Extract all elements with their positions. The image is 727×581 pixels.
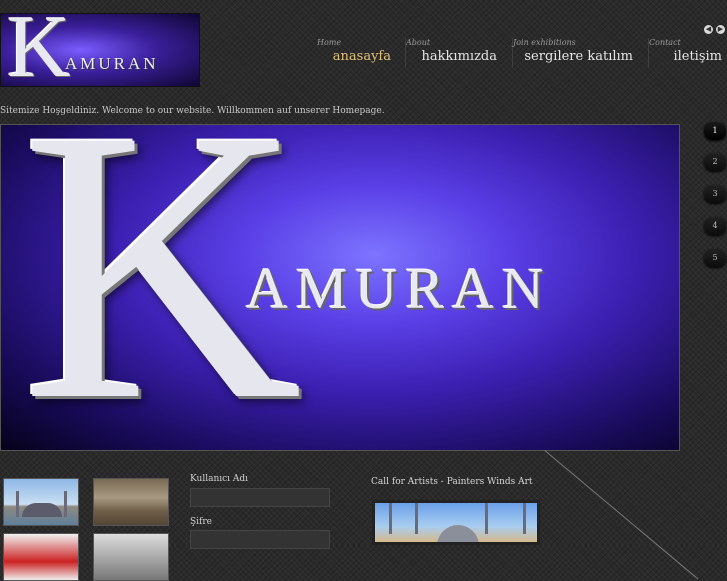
slide-button-5[interactable]: 5 bbox=[704, 249, 726, 267]
username-input[interactable] bbox=[190, 488, 330, 507]
gallery-thumb-ruins[interactable] bbox=[93, 478, 169, 526]
password-label: Şifre bbox=[190, 517, 213, 527]
call-minaret-4 bbox=[523, 503, 526, 534]
logo-word: AMURAN bbox=[65, 54, 159, 73]
call-image[interactable] bbox=[372, 500, 540, 545]
call-minaret-2 bbox=[415, 503, 418, 534]
banner-word: AMURAN bbox=[246, 256, 552, 321]
gallery-thumb-3[interactable] bbox=[3, 533, 79, 581]
dome-shape bbox=[437, 525, 479, 542]
site-logo[interactable]: K AMURAN bbox=[0, 13, 200, 87]
nav-label-about: hakkımızda bbox=[421, 49, 497, 64]
nav-sub-home: Home bbox=[317, 38, 342, 47]
welcome-text: Sitemize Hoşgeldiniz. Welcome to our web… bbox=[0, 106, 385, 116]
nav-sub-exhibitions: Join exhibitions bbox=[513, 38, 576, 47]
nav-item-about[interactable]: About hakkımızda bbox=[405, 38, 502, 68]
logo-letter: K bbox=[7, 13, 71, 87]
nav-label-home: anasayfa bbox=[332, 49, 391, 64]
nav-item-home[interactable]: Home anasayfa bbox=[317, 38, 395, 68]
call-minaret-1 bbox=[389, 503, 392, 534]
gallery-thumb-mosque[interactable] bbox=[3, 478, 79, 526]
nav-item-exhibitions[interactable]: Join exhibitions sergilere katılım bbox=[512, 38, 641, 68]
minaret-left bbox=[16, 491, 19, 517]
password-input[interactable] bbox=[190, 530, 330, 549]
slide-button-1[interactable]: 1 bbox=[704, 122, 726, 140]
main-nav: Home anasayfa About hakkımızda Join exhi… bbox=[317, 38, 727, 68]
nav-sub-contact: Contact bbox=[649, 38, 681, 47]
slide-button-4[interactable]: 4 bbox=[704, 217, 726, 235]
nav-item-contact[interactable]: Contact iletişim bbox=[648, 38, 727, 68]
nav-label-exhibitions: sergilere katılım bbox=[524, 49, 633, 64]
gallery-thumb-4[interactable] bbox=[93, 533, 169, 581]
hero-banner: K AMURAN bbox=[0, 124, 680, 451]
decorative-line bbox=[544, 450, 699, 580]
next-arrow-icon[interactable]: ▶ bbox=[716, 25, 725, 34]
slide-button-3[interactable]: 3 bbox=[704, 185, 726, 203]
nav-label-contact: iletişim bbox=[673, 49, 722, 64]
minaret-right bbox=[64, 491, 67, 517]
call-title[interactable]: Call for Artists - Painters Winds Art bbox=[371, 477, 533, 487]
nav-sub-about: About bbox=[406, 38, 431, 47]
username-label: Kullanıcı Adı bbox=[190, 474, 249, 484]
mosque-shape bbox=[22, 503, 62, 517]
prev-arrow-icon[interactable]: ◀ bbox=[704, 25, 713, 34]
call-minaret-3 bbox=[485, 503, 488, 534]
slide-button-2[interactable]: 2 bbox=[704, 153, 726, 171]
lang-arrows: ◀ ▶ bbox=[704, 25, 725, 34]
